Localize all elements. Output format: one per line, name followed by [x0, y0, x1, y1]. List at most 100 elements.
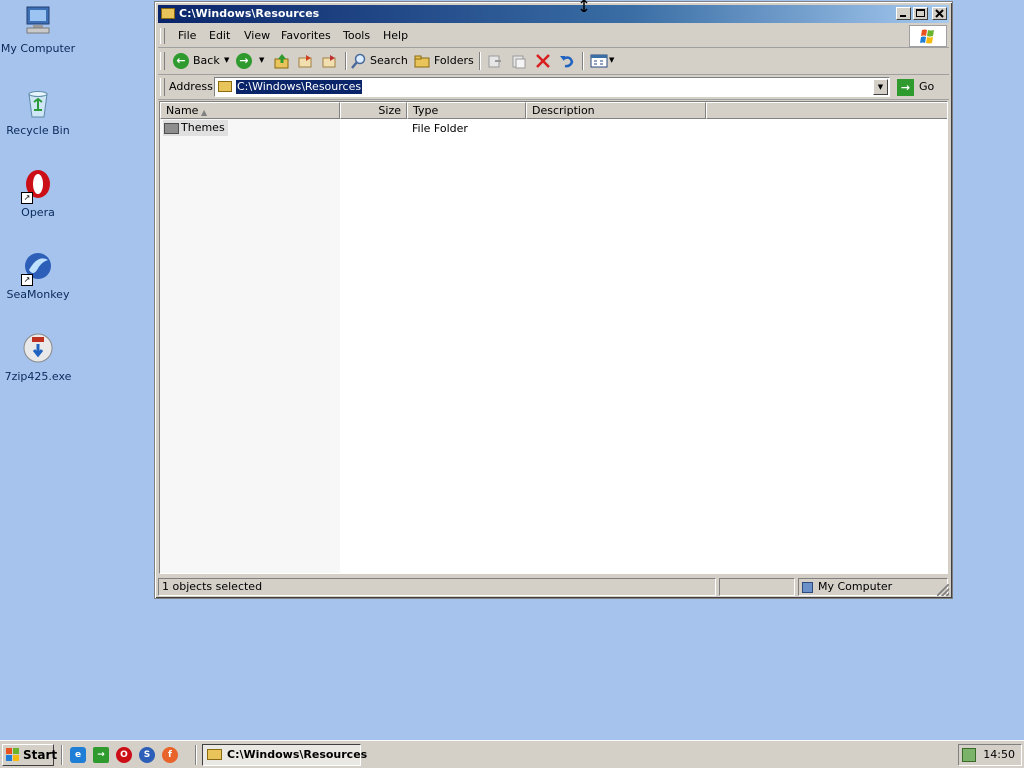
- copy-to-icon[interactable]: [321, 53, 337, 72]
- move-to-icon[interactable]: [297, 53, 313, 72]
- address-value[interactable]: C:\Windows\Resources: [236, 80, 363, 94]
- column-header-label: Size: [378, 104, 401, 117]
- network-tray-icon[interactable]: [962, 748, 976, 762]
- forward-button[interactable]: →: [236, 53, 252, 69]
- menu-file[interactable]: File: [178, 29, 196, 42]
- resize-cursor-icon: [579, 0, 589, 16]
- folder-icon: [207, 749, 222, 760]
- sorted-column-highlight: [160, 119, 340, 573]
- desktop-icon-seamonkey[interactable]: ↗ SeaMonkey: [0, 250, 76, 302]
- column-header-label: Name: [166, 104, 199, 117]
- address-bar: Address C:\Windows\Resources ▼ → Go: [158, 75, 949, 100]
- column-header-description[interactable]: Description: [526, 102, 706, 119]
- taskbar: Start e → O S f C:\Windows\Resources 14:…: [0, 740, 1024, 768]
- status-bar: 1 objects selected My Computer: [158, 578, 949, 596]
- desktop-icon-label: Recycle Bin: [6, 124, 70, 137]
- move-icon[interactable]: [487, 53, 503, 72]
- quick-launch-go-icon[interactable]: →: [93, 747, 109, 763]
- seamonkey-icon: ↗: [21, 250, 55, 286]
- toolbar-separator: [582, 52, 584, 70]
- status-selection: 1 objects selected: [158, 578, 716, 596]
- search-button[interactable]: Search: [370, 52, 408, 70]
- toolbar-grip[interactable]: [160, 52, 165, 70]
- delete-icon[interactable]: [535, 53, 551, 72]
- menu-help[interactable]: Help: [383, 29, 408, 42]
- start-button[interactable]: Start: [2, 744, 58, 766]
- column-header-label: Type: [413, 104, 439, 117]
- taskbar-window-button[interactable]: C:\Windows\Resources: [202, 744, 367, 766]
- address-label: Address: [169, 80, 213, 93]
- back-arrow-icon[interactable]: ←: [173, 53, 189, 69]
- menu-bar: File Edit View Favorites Tools Help: [158, 25, 949, 48]
- views-icon[interactable]: [590, 53, 608, 72]
- explorer-window[interactable]: C:\Windows\Resources File Edit View Favo…: [154, 1, 953, 599]
- windows-flag-icon: [6, 748, 20, 762]
- column-header-size[interactable]: Size: [340, 102, 407, 119]
- desktop-icon-label: SeaMonkey: [6, 288, 70, 301]
- taskbar-divider: [195, 745, 197, 765]
- go-button[interactable]: → Go: [897, 77, 934, 97]
- views-dropdown-icon[interactable]: ▼: [609, 56, 614, 64]
- desktop-icon-label: My Computer: [0, 42, 76, 55]
- firefox-quick-launch-icon[interactable]: f: [162, 747, 178, 763]
- list-item-name[interactable]: Themes: [163, 120, 228, 136]
- windows-logo-icon: [909, 25, 947, 47]
- column-header-name[interactable]: Name ▲: [160, 102, 340, 119]
- address-input[interactable]: C:\Windows\Resources ▼: [214, 77, 890, 97]
- status-zone: My Computer: [798, 578, 948, 596]
- list-item-type: File Folder: [412, 122, 468, 135]
- show-desktop-icon[interactable]: e: [70, 747, 86, 763]
- toolbar-separator: [345, 52, 347, 70]
- status-zone-text: My Computer: [818, 580, 893, 593]
- opera-icon: ↗: [21, 168, 55, 204]
- desktop-icon-7zip425[interactable]: 7zip425.exe: [0, 332, 76, 384]
- back-button[interactable]: Back: [193, 52, 220, 70]
- desktop-icon-label: Opera: [21, 206, 55, 219]
- recycle-bin-icon: [21, 86, 55, 120]
- address-bar-grip[interactable]: [160, 78, 165, 96]
- resize-grip[interactable]: [937, 584, 949, 596]
- seamonkey-quick-launch-icon[interactable]: S: [139, 747, 155, 763]
- status-empty-pane: [719, 578, 795, 596]
- undo-icon[interactable]: [558, 53, 574, 72]
- close-button[interactable]: [932, 7, 947, 20]
- minimize-button[interactable]: [896, 7, 911, 20]
- folders-icon[interactable]: [414, 53, 430, 72]
- maximize-button[interactable]: [913, 7, 928, 20]
- up-folder-icon[interactable]: [274, 53, 290, 72]
- start-label: Start: [23, 748, 58, 762]
- shortcut-arrow-icon: ↗: [21, 274, 33, 286]
- menu-edit[interactable]: Edit: [209, 29, 230, 42]
- menu-favorites[interactable]: Favorites: [281, 29, 331, 42]
- opera-quick-launch-icon[interactable]: O: [116, 747, 132, 763]
- go-arrow-icon: →: [897, 78, 914, 96]
- desktop-icon-opera[interactable]: ↗ Opera: [0, 168, 76, 220]
- column-header-type[interactable]: Type: [407, 102, 526, 119]
- search-icon[interactable]: [351, 53, 367, 72]
- column-header-label: Description: [532, 104, 595, 117]
- desktop-icon-my-computer[interactable]: My Computer: [0, 4, 76, 56]
- menu-view[interactable]: View: [244, 29, 270, 42]
- computer-icon: [21, 4, 55, 38]
- folder-icon: [161, 8, 175, 19]
- installer-icon: [21, 332, 55, 366]
- desktop-icon-label: 7zip425.exe: [4, 370, 72, 383]
- file-list[interactable]: Name ▲ Size Type Description Themes File…: [159, 101, 948, 574]
- taskbar-window-label: C:\Windows\Resources: [227, 748, 368, 761]
- menu-tools[interactable]: Tools: [343, 29, 370, 42]
- title-bar[interactable]: C:\Windows\Resources: [158, 5, 949, 23]
- desktop-icon-recycle-bin[interactable]: Recycle Bin: [0, 86, 76, 138]
- list-item[interactable]: Themes File Folder: [160, 120, 947, 137]
- folders-button[interactable]: Folders: [434, 52, 474, 70]
- shortcut-arrow-icon: ↗: [21, 192, 33, 204]
- go-label: Go: [919, 80, 935, 93]
- toolbar-separator: [479, 52, 481, 70]
- copy-icon[interactable]: [511, 53, 527, 72]
- window-title: C:\Windows\Resources: [179, 7, 320, 20]
- address-dropdown-button[interactable]: ▼: [873, 79, 888, 95]
- sort-ascending-icon: ▲: [201, 108, 208, 117]
- clock[interactable]: 14:50: [983, 745, 1015, 765]
- forward-dropdown-icon[interactable]: ▼: [259, 56, 264, 64]
- back-dropdown-icon[interactable]: ▼: [224, 56, 229, 64]
- menu-bar-grip[interactable]: [160, 28, 165, 44]
